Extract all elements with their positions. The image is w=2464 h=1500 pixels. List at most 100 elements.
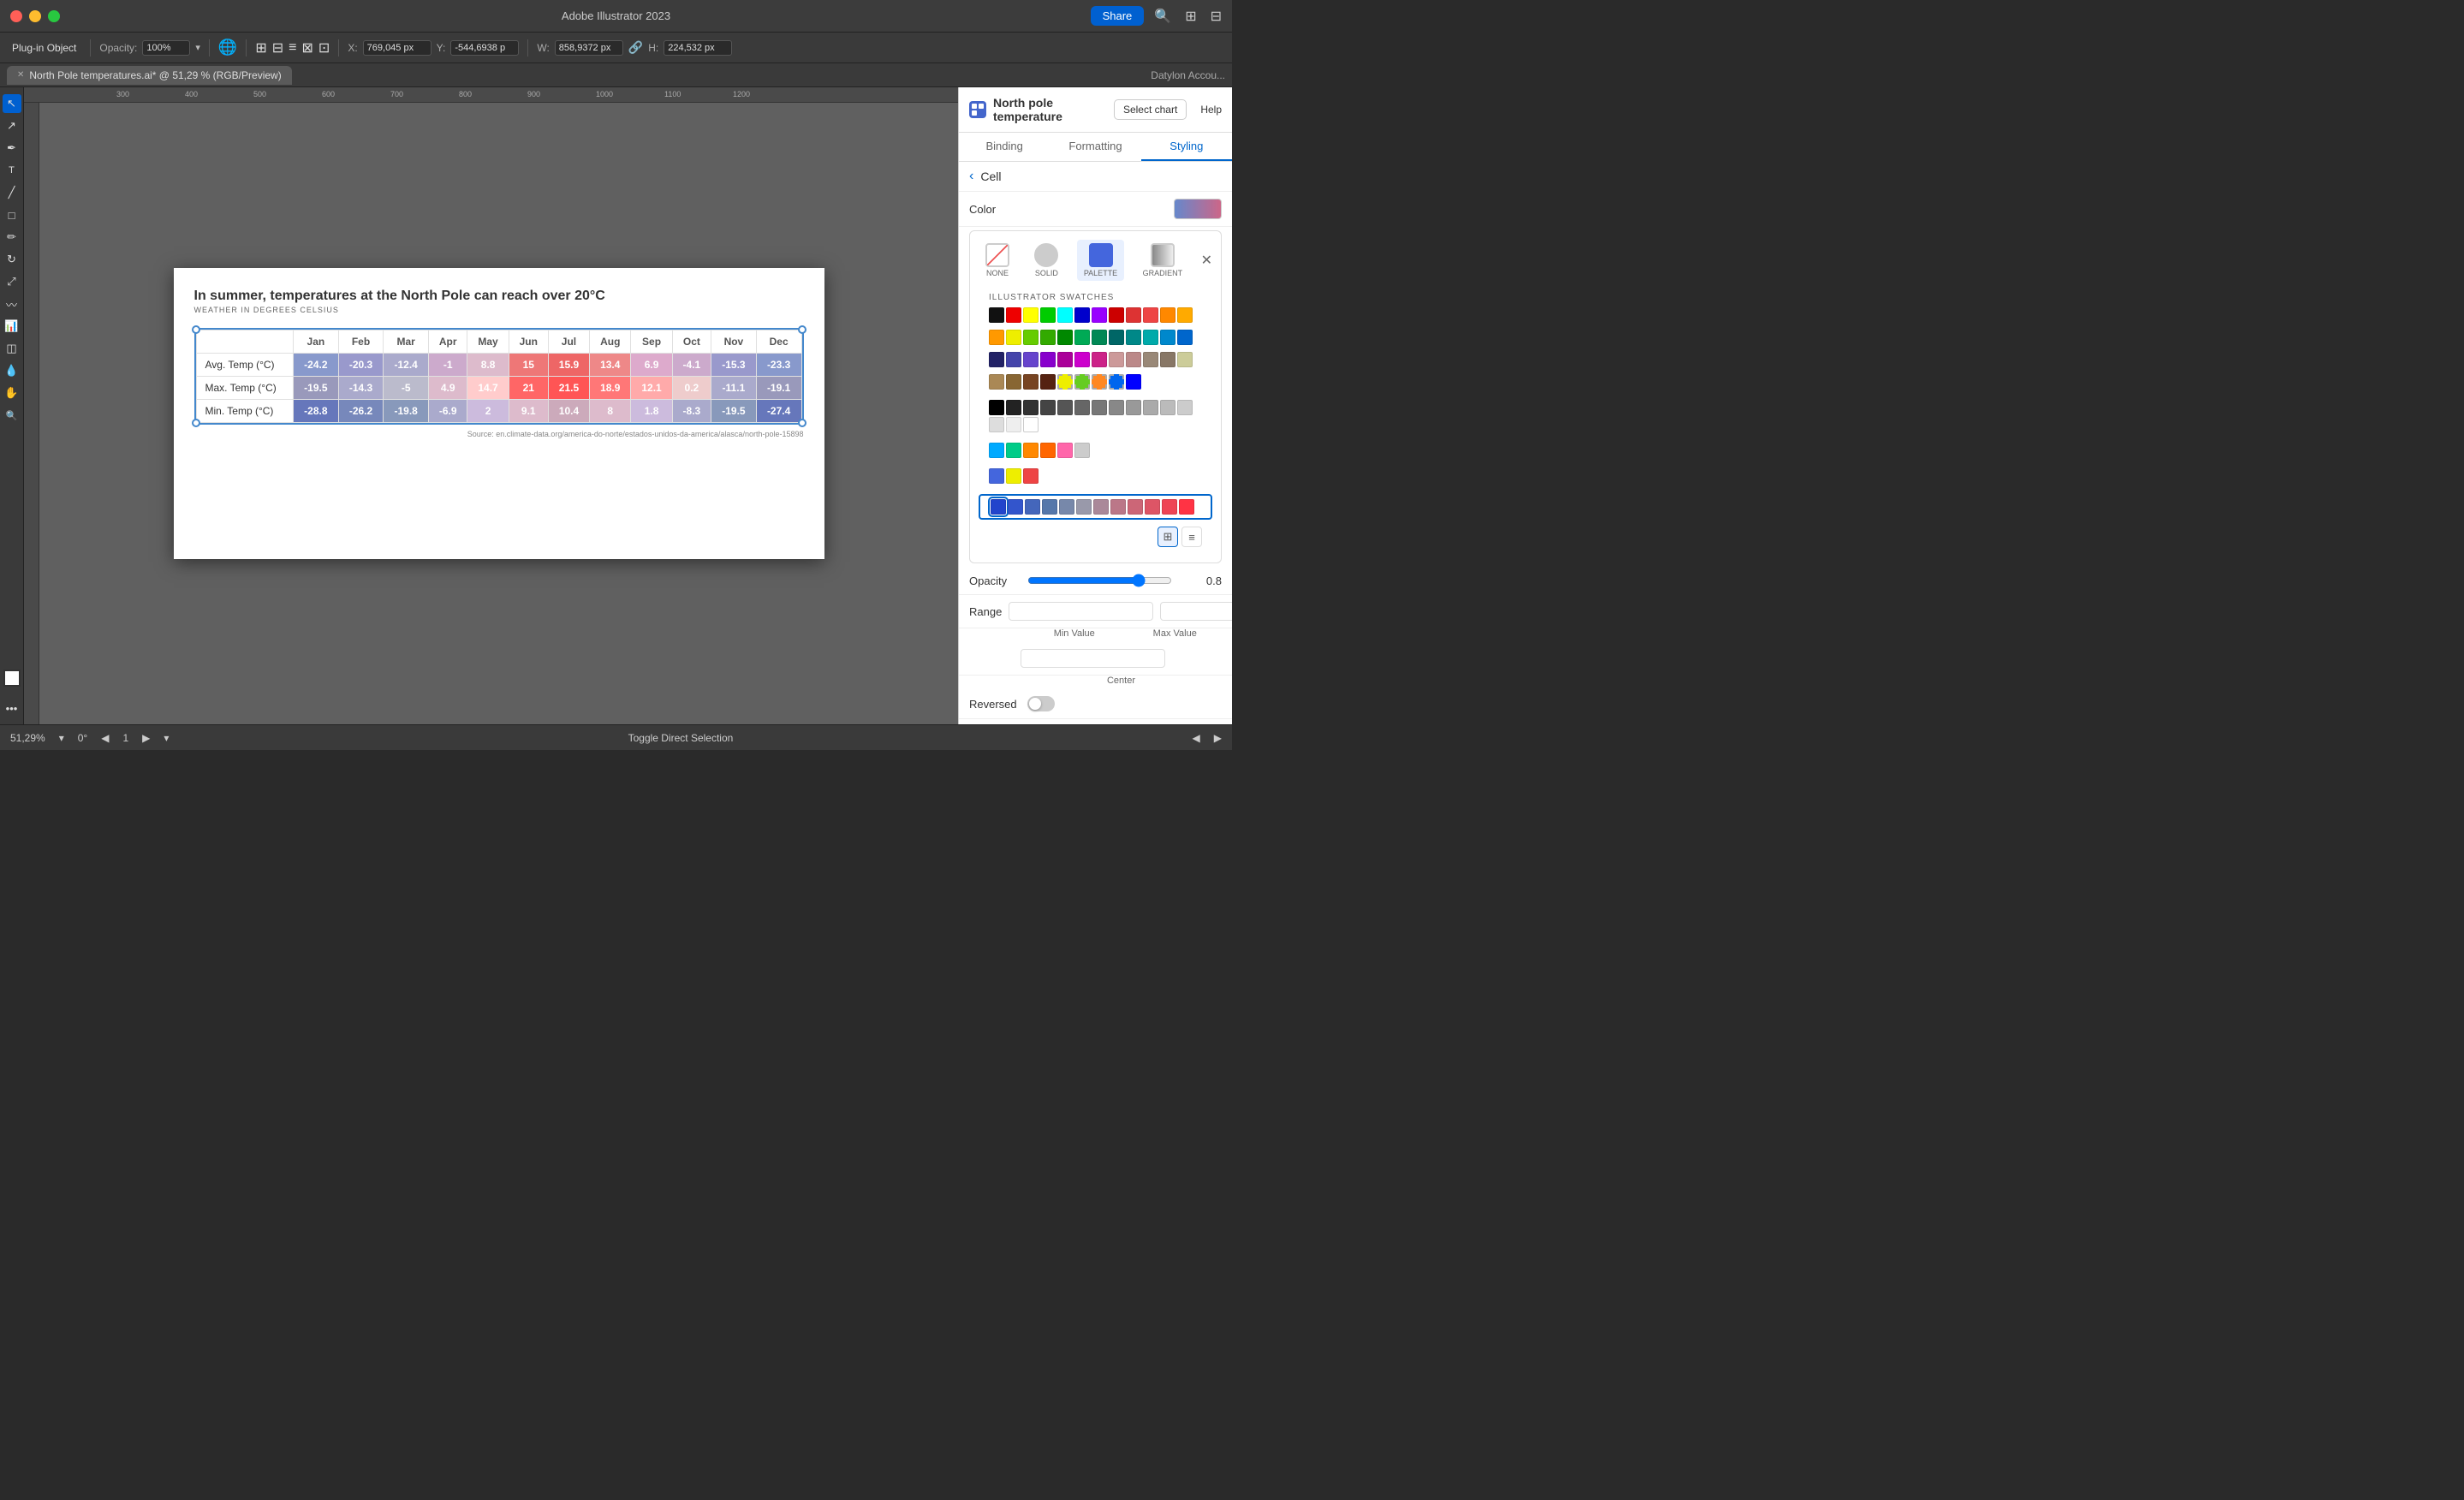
swatch-g0[interactable]	[989, 400, 1004, 415]
handle-bl[interactable]	[192, 419, 200, 427]
palette-swatch-4[interactable]	[1042, 499, 1057, 515]
status-arrow-left[interactable]: ◀	[1193, 732, 1200, 744]
x-input[interactable]	[363, 40, 431, 56]
type-tool[interactable]: T	[3, 161, 21, 180]
list-view-btn[interactable]: ≡	[1181, 527, 1202, 547]
color-preview[interactable]	[1174, 199, 1222, 219]
back-button[interactable]: ‹	[969, 169, 973, 184]
swatch-ga[interactable]	[1160, 400, 1175, 415]
window-icon[interactable]: ⊞	[1185, 8, 1196, 25]
swatch-amber[interactable]	[1177, 307, 1193, 323]
palette-swatch-2[interactable]	[1008, 499, 1023, 515]
opacity-slider[interactable]	[1027, 574, 1172, 587]
swatch-lime2[interactable]	[1074, 374, 1090, 390]
swatch-accent3[interactable]	[1023, 443, 1039, 458]
w-input[interactable]	[555, 40, 623, 56]
align-icon-3[interactable]: ≡	[289, 40, 296, 56]
tab-styling[interactable]: Styling	[1141, 133, 1232, 161]
swatch-darkviolet[interactable]	[1057, 352, 1073, 367]
opacity-input[interactable]	[142, 40, 190, 56]
swatch-medcyan[interactable]	[1143, 330, 1158, 345]
swatch-special2[interactable]	[1006, 468, 1021, 484]
swatch-yellow[interactable]	[1023, 307, 1039, 323]
distribute-icon[interactable]: ⊡	[318, 39, 330, 57]
handle-br[interactable]	[798, 419, 806, 427]
align-icon-2[interactable]: ⊟	[272, 39, 283, 57]
swatch-ge[interactable]	[1023, 417, 1039, 432]
swatch-accent4[interactable]	[1040, 443, 1056, 458]
swatch-violet[interactable]	[1040, 352, 1056, 367]
close-button[interactable]	[10, 10, 22, 22]
align-icon-4[interactable]: ⊠	[302, 39, 313, 57]
page-prev-icon[interactable]: ◀	[101, 732, 109, 744]
swatch-limegreen[interactable]	[1023, 330, 1039, 345]
swatch-magenta[interactable]	[1074, 352, 1090, 367]
swatch-chocolate[interactable]	[1023, 374, 1039, 390]
zoom-level[interactable]: 51,29%	[10, 732, 45, 744]
swatch-medblue[interactable]	[1006, 352, 1021, 367]
palette-swatch-8[interactable]	[1110, 499, 1126, 515]
swatch-lightred[interactable]	[1143, 307, 1158, 323]
page-dropdown-icon[interactable]: ▾	[164, 732, 169, 744]
swatch-darkred[interactable]	[1109, 307, 1124, 323]
swatch-brown[interactable]	[1143, 352, 1158, 367]
color-type-solid[interactable]: SOLID	[1027, 240, 1065, 281]
tab-binding[interactable]: Binding	[959, 133, 1050, 161]
h-input[interactable]	[664, 40, 732, 56]
swatch-lightorange[interactable]	[989, 330, 1004, 345]
fill-indicator[interactable]	[3, 670, 21, 687]
select-chart-button[interactable]: Select chart	[1114, 99, 1187, 120]
pen-tool[interactable]: ✒	[3, 139, 21, 158]
swatch-special1[interactable]	[989, 468, 1004, 484]
color-picker-close[interactable]: ✕	[1201, 252, 1212, 269]
swatch-g7[interactable]	[1109, 400, 1124, 415]
grid-view-btn[interactable]: ⊞	[1158, 527, 1178, 547]
swatch-purple[interactable]	[1092, 307, 1107, 323]
swatch-azure[interactable]	[1160, 330, 1175, 345]
swatch-g1[interactable]	[1006, 400, 1021, 415]
swatch-darkblue[interactable]	[989, 352, 1004, 367]
color-type-none[interactable]: NONE	[979, 240, 1016, 281]
brush-tool[interactable]: ✏	[3, 228, 21, 247]
tab-close-icon[interactable]: ✕	[17, 70, 24, 80]
swatch-mediumblue[interactable]	[1126, 374, 1141, 390]
rotate-tool[interactable]: ↻	[3, 250, 21, 269]
swatch-accent5[interactable]	[1057, 443, 1073, 458]
swatch-g2[interactable]	[1023, 400, 1039, 415]
swatch-darkteal[interactable]	[1109, 330, 1124, 345]
line-tool[interactable]: ╱	[3, 183, 21, 202]
help-button[interactable]: Help	[1200, 104, 1222, 116]
center-input[interactable]	[1021, 649, 1165, 668]
select-tool[interactable]: ↖	[3, 94, 21, 113]
direct-select-tool[interactable]: ↗	[3, 116, 21, 135]
swatch-sand[interactable]	[1177, 352, 1193, 367]
page-next-icon[interactable]: ▶	[142, 732, 150, 744]
swatch-g5[interactable]	[1074, 400, 1090, 415]
reversed-toggle[interactable]	[1027, 696, 1055, 711]
link-icon[interactable]: 🔗	[628, 40, 643, 55]
swatch-red[interactable]	[1006, 307, 1021, 323]
chart-container[interactable]: Jan Feb Mar Apr May Jun Jul Aug Sep Oct	[194, 328, 804, 425]
palette-swatch-7[interactable]	[1093, 499, 1109, 515]
plugin-object-label[interactable]: Plug-in Object	[7, 40, 81, 56]
swatch-g6[interactable]	[1092, 400, 1107, 415]
handle-tr[interactable]	[798, 325, 806, 334]
swatch-gc[interactable]	[989, 417, 1004, 432]
swatch-lavender[interactable]	[1023, 352, 1039, 367]
swatch-medgreen[interactable]	[1074, 330, 1090, 345]
color-type-gradient[interactable]: GRADIENT	[1136, 240, 1190, 281]
swatch-g3[interactable]	[1040, 400, 1056, 415]
swatch-darkgreen[interactable]	[1057, 330, 1073, 345]
swatch-special3[interactable]	[1023, 468, 1039, 484]
layout-icon[interactable]: ⊟	[1211, 8, 1222, 25]
shape-tool[interactable]: □	[3, 205, 21, 224]
handle-tl[interactable]	[192, 325, 200, 334]
zoom-dropdown-icon[interactable]: ▾	[59, 732, 64, 744]
globe-icon[interactable]: 🌐	[218, 39, 237, 57]
zoom-tool[interactable]: 🔍	[3, 406, 21, 425]
swatch-g4[interactable]	[1057, 400, 1073, 415]
palette-swatch-6[interactable]	[1076, 499, 1092, 515]
swatch-navy[interactable]	[1074, 307, 1090, 323]
swatch-darkchoc[interactable]	[1040, 374, 1056, 390]
swatch-orange2[interactable]	[1092, 374, 1107, 390]
